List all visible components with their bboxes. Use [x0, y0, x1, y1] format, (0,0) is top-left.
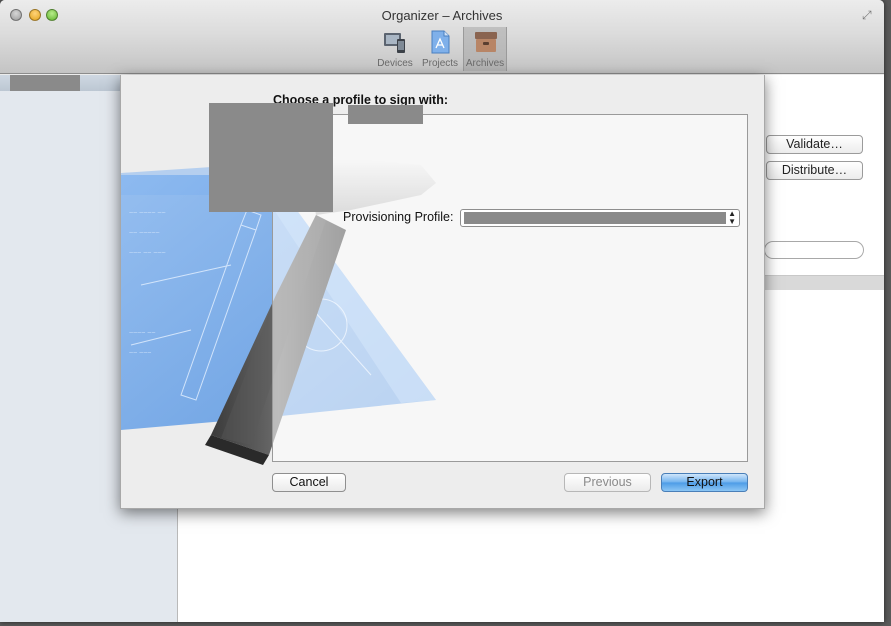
- toolbar-projects-label: Projects: [421, 58, 459, 69]
- organizer-window: Organizer – Archives ⤢ Devices Projects: [0, 0, 884, 622]
- table-header: [764, 275, 884, 290]
- svg-text:~~ ~~~: ~~ ~~~: [129, 350, 151, 357]
- svg-text:~~ ~~~~ ~~: ~~ ~~~~ ~~: [129, 210, 166, 217]
- svg-text:~~ ~~~~~: ~~ ~~~~~: [129, 230, 160, 237]
- provisioning-profile-label: Provisioning Profile:: [343, 210, 454, 224]
- export-button[interactable]: Export: [661, 473, 748, 492]
- toolbar-devices-button[interactable]: Devices: [373, 27, 417, 71]
- svg-text:~~~~ ~~: ~~~~ ~~: [129, 330, 155, 337]
- toolbar-projects-button[interactable]: Projects: [418, 27, 462, 71]
- fullscreen-icon[interactable]: ⤢: [862, 8, 876, 22]
- toolbar-archives-label: Archives: [465, 58, 505, 69]
- projects-icon: [431, 30, 450, 54]
- search-field[interactable]: [764, 241, 864, 259]
- provisioning-profile-select[interactable]: ▲ ▼: [460, 209, 740, 227]
- signing-options-box: [272, 114, 748, 462]
- export-sheet: ~~ ~~~~ ~~ ~~ ~~~~~ ~~~ ~~ ~~~ ~~~~ ~~ ~…: [120, 75, 765, 509]
- toolbar-devices-label: Devices: [377, 58, 413, 69]
- title-bar: Organizer – Archives ⤢ Devices Projects: [0, 0, 884, 74]
- archives-icon: [475, 32, 497, 52]
- distribute-button[interactable]: Distribute…: [766, 161, 863, 180]
- redacted-app-name: [348, 105, 423, 124]
- devices-icon: [384, 33, 405, 53]
- previous-button[interactable]: Previous: [564, 473, 651, 492]
- toolbar-archives-button[interactable]: Archives: [463, 27, 507, 71]
- svg-text:~~~ ~~ ~~~: ~~~ ~~ ~~~: [129, 250, 166, 257]
- validate-button[interactable]: Validate…: [766, 135, 863, 154]
- redacted-profile-value: [464, 212, 726, 224]
- cancel-button[interactable]: Cancel: [272, 473, 346, 492]
- redacted-app-icon: [209, 103, 333, 212]
- select-stepper-icon: ▲ ▼: [728, 209, 736, 226]
- window-title: Organizer – Archives: [381, 8, 503, 23]
- redacted-sidebar-item: [10, 75, 80, 91]
